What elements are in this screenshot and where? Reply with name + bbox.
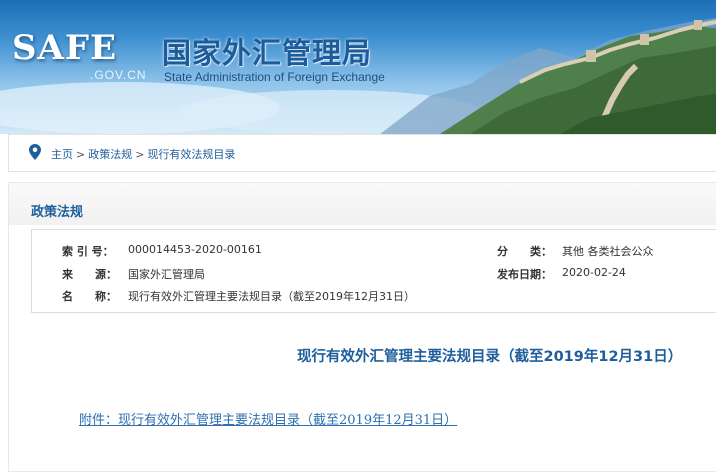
breadcrumb-item-policy[interactable]: 政策法规 (88, 148, 132, 161)
breadcrumb-separator: > (76, 148, 86, 161)
breadcrumb-item-current[interactable]: 现行有效法规目录 (147, 148, 235, 161)
breadcrumb-separator: > (135, 148, 145, 161)
date-label: 发布日期： (497, 268, 552, 281)
name-label: 名 称： (62, 290, 117, 303)
attachment-link[interactable]: 附件：现行有效外汇管理主要法规目录（截至2019年12月31日） (79, 409, 457, 428)
panel-title: 政策法规 (31, 205, 84, 220)
site-title-en: State Administration of Foreign Exchange (164, 70, 385, 84)
content-panel: 政策法规 索 引 号： 000014453-2020-00161 分 类： 其他… (8, 182, 716, 472)
site-title-cn: 国家外汇管理局 (162, 36, 373, 70)
index-value: 000014453-2020-00161 (128, 243, 262, 256)
index-label: 索 引 号： (62, 245, 114, 258)
date-value: 2020-02-24 (562, 266, 626, 279)
breadcrumb-trail: 主页 > 政策法规 > 现行有效法规目录 (51, 146, 235, 162)
name-value: 现行有效外汇管理主要法规目录（截至2019年12月31日） (128, 290, 415, 303)
breadcrumb: 主页 > 政策法规 > 现行有效法规目录 (8, 134, 716, 172)
source-value: 国家外汇管理局 (128, 268, 205, 281)
document-heading: 现行有效外汇管理主要法规目录（截至2019年12月31日） (297, 349, 683, 365)
breadcrumb-item-home[interactable]: 主页 (51, 148, 73, 161)
category-value: 其他 各类社会公众 (562, 245, 654, 258)
source-label: 来 源： (62, 268, 117, 281)
category-label: 分 类： (497, 245, 552, 258)
site-banner: SAFE .GOV.CN 国家外汇管理局 State Administratio… (0, 0, 716, 134)
location-pin-icon (29, 144, 41, 160)
logo-domain: .GOV.CN (90, 68, 147, 82)
document-metadata: 索 引 号： 000014453-2020-00161 分 类： 其他 各类社会… (31, 229, 716, 313)
safe-logo[interactable]: SAFE (12, 28, 117, 68)
panel-header: 政策法规 (9, 183, 716, 225)
